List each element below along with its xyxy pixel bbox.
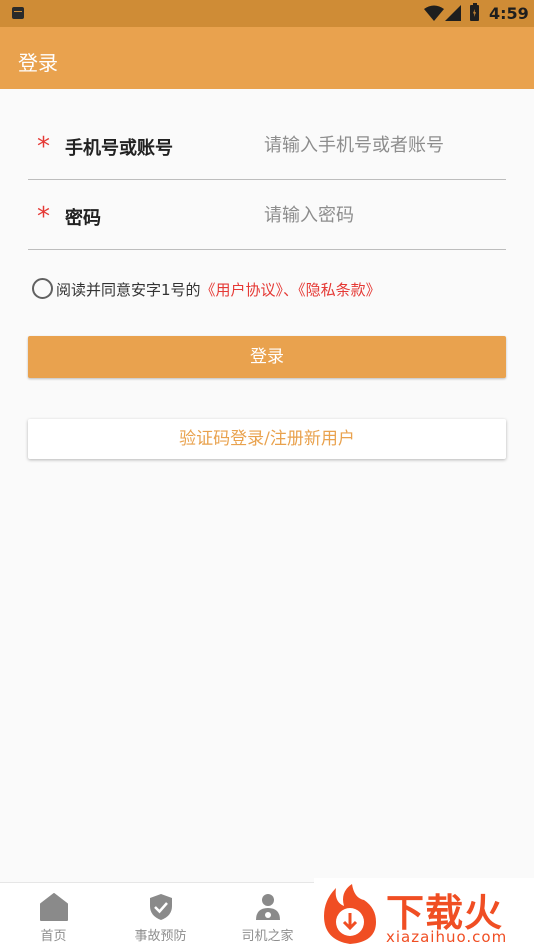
status-time: 4:59 [489, 4, 529, 23]
wifi-icon [424, 5, 444, 21]
password-label: 密码 [65, 208, 101, 229]
home-icon [39, 893, 68, 921]
user-agreement-link[interactable]: 《用户协议》 [201, 281, 284, 299]
code-login-button[interactable]: 验证码登录/注册新用户 [28, 419, 506, 459]
nav-label-accident-prevention: 事故预防 [134, 929, 187, 944]
agreement-prefix: 阅读并同意安字1号的 [56, 281, 201, 299]
driver-icon [255, 894, 280, 920]
agreement-text: 阅读并同意安字1号的《用户协议》、《隐私条款》 [56, 279, 381, 300]
app-bar: 登录 [0, 27, 534, 89]
fire-logo-icon [324, 884, 376, 944]
password-input[interactable] [264, 198, 494, 232]
notification-icon [12, 7, 24, 19]
nav-item-driver-home[interactable]: 司机之家 [214, 883, 321, 950]
agreement-row: 阅读并同意安字1号的《用户协议》、《隐私条款》 [32, 278, 512, 300]
nav-item-home[interactable]: 首页 [0, 883, 107, 950]
privacy-policy-link[interactable]: 《隐私条款》 [298, 281, 381, 299]
watermark-logo: 下载火 xiazaihuo.com [314, 878, 534, 950]
nav-item-accident-prevention[interactable]: 事故预防 [107, 883, 214, 950]
status-bar: 4:59 [0, 0, 534, 27]
signal-icon [445, 5, 461, 21]
required-mark: * [37, 132, 50, 162]
shield-icon [149, 894, 172, 920]
nav-label-driver-home: 司机之家 [241, 929, 294, 944]
nav-label-home: 首页 [40, 929, 67, 944]
password-field-row: * 密码 [28, 180, 506, 250]
page-title: 登录 [18, 51, 58, 75]
agreement-radio[interactable] [32, 278, 53, 299]
phone-label: 手机号或账号 [65, 138, 173, 159]
phone-input[interactable] [264, 128, 494, 162]
phone-field-row: * 手机号或账号 [28, 110, 506, 180]
battery-icon [470, 3, 479, 21]
watermark-url: xiazaihuo.com [386, 928, 508, 946]
login-button[interactable]: 登录 [28, 336, 506, 378]
agreement-separator: 、 [283, 281, 299, 299]
required-mark: * [37, 202, 50, 232]
